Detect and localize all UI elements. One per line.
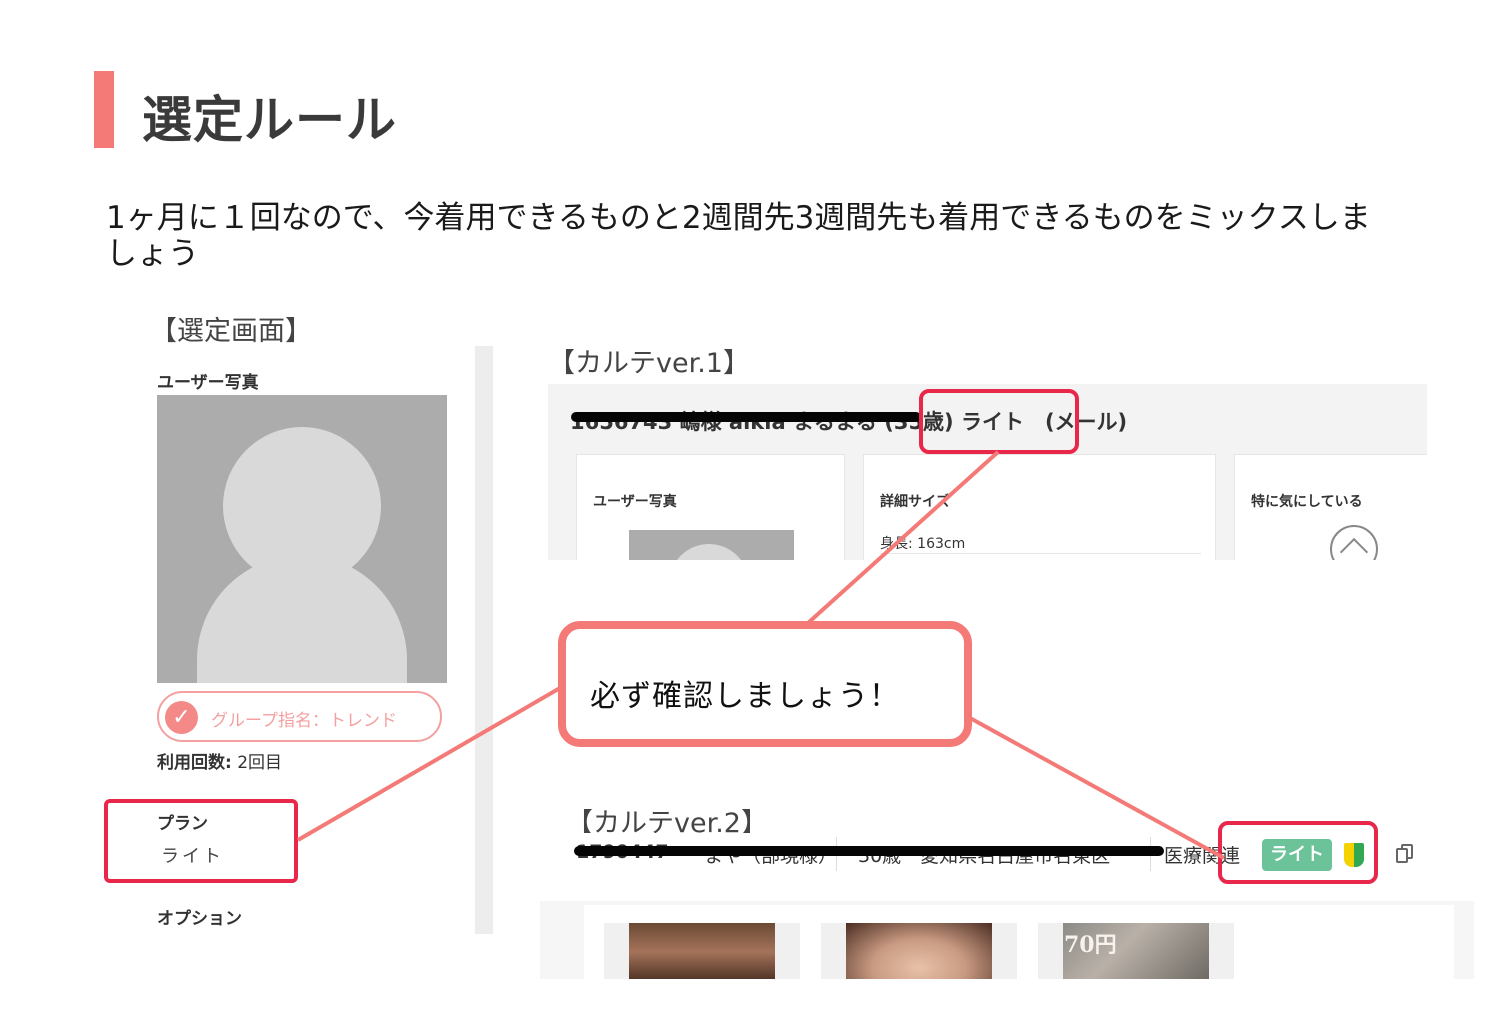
callout-connector-lines <box>296 450 1225 860</box>
callout-text: 必ず確認しましょう！ <box>590 679 900 714</box>
callout-bubble: 必ず確認しましょう！ <box>558 621 972 747</box>
